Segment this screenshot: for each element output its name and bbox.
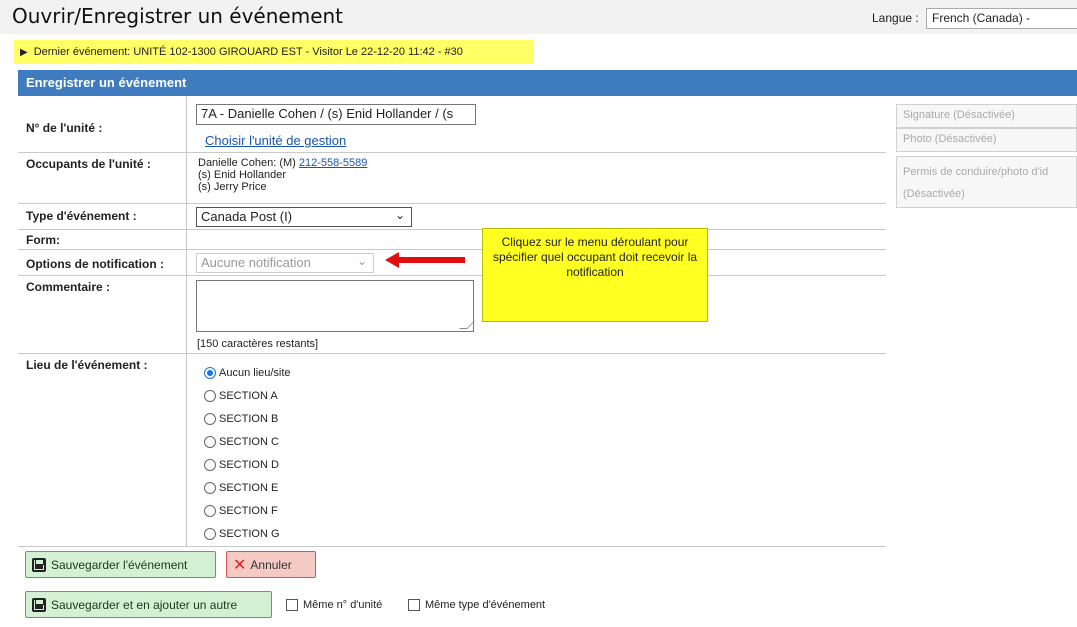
radio-button[interactable] [204, 505, 216, 517]
row-divider [18, 152, 886, 153]
row-divider [18, 229, 886, 230]
cancel-button[interactable]: ✕ Annuler [226, 551, 316, 578]
occupant-phone-link[interactable]: 212-558-5589 [299, 157, 368, 169]
location-option-label: SECTION C [219, 436, 279, 448]
save-event-button[interactable]: Sauvegarder l'événement [25, 551, 216, 578]
save-event-label: Sauvegarder l'événement [51, 557, 188, 572]
title-bar: Ouvrir/Enregistrer un événement Langue :… [0, 0, 1077, 34]
help-callout: Cliquez sur le menu déroulant pour spéci… [482, 228, 708, 322]
location-option-label: SECTION G [219, 528, 280, 540]
panel-header: Enregistrer un événement [18, 70, 1077, 96]
location-option[interactable]: SECTION C [204, 436, 279, 448]
location-option[interactable]: SECTION E [204, 482, 278, 494]
same-type-checkbox[interactable]: Même type d'événement [408, 599, 545, 611]
row-divider [18, 203, 886, 204]
column-divider [186, 96, 187, 546]
form-label: Form: [26, 233, 60, 247]
notification-select[interactable]: Aucune notification ⌄ [196, 253, 374, 273]
event-type-value: Canada Post (I) [201, 209, 293, 224]
resize-handle-icon[interactable] [459, 321, 475, 329]
radio-button[interactable] [204, 482, 216, 494]
radio-button[interactable] [204, 413, 216, 425]
location-option-label: SECTION F [219, 505, 278, 517]
last-event-text: Dernier événement: UNITÉ 102-1300 GIROUA… [33, 46, 463, 58]
signature-button[interactable]: Signature (Désactivée) [896, 104, 1077, 128]
row-divider [18, 546, 886, 547]
event-type-select[interactable]: Canada Post (I) ⌄ [196, 207, 412, 227]
same-unit-checkbox[interactable]: Même n° d'unité [286, 599, 382, 611]
language-label: Langue : [872, 11, 919, 25]
radio-button[interactable] [204, 528, 216, 540]
choose-unit-link[interactable]: Choisir l'unité de gestion [205, 133, 346, 148]
location-option[interactable]: SECTION D [204, 459, 279, 471]
occupants-label: Occupants de l'unité : [26, 157, 151, 171]
close-icon: ✕ [233, 556, 247, 574]
location-option[interactable]: SECTION A [204, 390, 278, 402]
cancel-label: Annuler [250, 557, 292, 572]
same-unit-label: Même n° d'unité [303, 599, 383, 611]
radio-button[interactable] [204, 367, 216, 379]
radio-button[interactable] [204, 459, 216, 471]
row-divider [18, 353, 886, 354]
chars-remaining: [150 caractères restants] [197, 338, 319, 350]
occupants-list: Danielle Cohen: (M) 212-558-5589 (s) Eni… [198, 157, 367, 193]
location-option-label: SECTION B [219, 413, 279, 425]
occupant-secondary-1: (s) Enid Hollander [198, 169, 287, 181]
location-option[interactable]: Aucun lieu/site [204, 367, 291, 379]
last-event-banner[interactable]: ▶ Dernier événement: UNITÉ 102-1300 GIROU… [14, 40, 534, 64]
same-type-label: Même type d'événement [425, 599, 546, 611]
row-divider [18, 249, 886, 250]
comment-textarea[interactable] [196, 280, 475, 332]
event-form: N° de l'unité : 7A - Danielle Cohen / (s… [18, 96, 886, 551]
checkbox-box[interactable] [286, 599, 298, 611]
expand-triangle-icon[interactable]: ▶ [20, 41, 28, 65]
save-add-label: Sauvegarder et en ajouter un autre [51, 597, 238, 612]
location-label: Lieu de l'événement : [26, 358, 148, 372]
location-option-label: SECTION A [219, 390, 278, 402]
license-button[interactable]: Permis de conduire/photo d'id (Désactivé… [896, 156, 1077, 208]
photo-button[interactable]: Photo (Désactivée) [896, 128, 1077, 152]
language-select[interactable]: French (Canada) - [926, 8, 1077, 29]
location-option[interactable]: SECTION F [204, 505, 278, 517]
radio-button[interactable] [204, 436, 216, 448]
checkbox-box[interactable] [408, 599, 420, 611]
notification-value: Aucune notification [201, 255, 311, 270]
event-type-label: Type d'événement : [26, 209, 137, 223]
notification-label: Options de notification : [26, 257, 164, 271]
unit-label: N° de l'unité : [26, 121, 103, 135]
location-option[interactable]: SECTION B [204, 413, 278, 425]
unit-input[interactable]: 7A - Danielle Cohen / (s) Enid Hollander… [196, 104, 476, 125]
red-arrow-icon [385, 252, 465, 268]
chevron-down-icon: ⌄ [356, 254, 367, 268]
location-option[interactable]: SECTION G [204, 528, 280, 540]
location-option-label: SECTION D [219, 459, 279, 471]
floppy-disk-icon [32, 597, 46, 612]
license-label: Permis de conduire/photo d'id [903, 166, 1049, 178]
radio-button[interactable] [204, 390, 216, 402]
row-divider [18, 275, 886, 276]
save-add-another-button[interactable]: Sauvegarder et en ajouter un autre [25, 591, 272, 618]
location-option-label: SECTION E [219, 482, 279, 494]
license-status: (Désactivée) [903, 188, 965, 200]
occupant-secondary-2: (s) Jerry Price [198, 181, 267, 193]
floppy-disk-icon [32, 557, 46, 572]
page-title: Ouvrir/Enregistrer un événement [12, 4, 344, 28]
occupant-primary: Danielle Cohen: (M) [198, 157, 296, 169]
comment-label: Commentaire : [26, 280, 111, 294]
chevron-down-icon: ⌄ [394, 208, 405, 222]
location-option-label: Aucun lieu/site [219, 367, 291, 379]
